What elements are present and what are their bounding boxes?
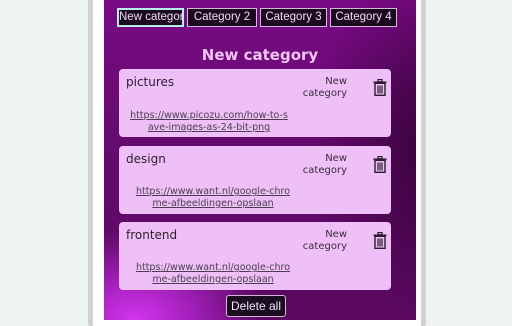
- card-title: frontend: [126, 228, 178, 242]
- bookmark-card: frontend New category https://www.want.n…: [119, 222, 391, 290]
- tab-category-3[interactable]: Category 3: [260, 8, 327, 27]
- tab-new-category[interactable]: New category: [117, 8, 184, 27]
- delete-all-button[interactable]: Delete all: [226, 295, 286, 317]
- bookmark-card: pictures New category https://www.picozu…: [119, 69, 391, 137]
- card-link[interactable]: https://www.want.nl/google-chrome-afbeel…: [133, 262, 293, 284]
- tab-category-4[interactable]: Category 4: [330, 8, 397, 27]
- card-link[interactable]: https://www.want.nl/google-chrome-afbeel…: [133, 186, 293, 208]
- card-category: New category: [302, 153, 347, 175]
- card-title: design: [126, 152, 166, 166]
- extension-popup: New category Category 2 Category 3 Categ…: [104, 0, 416, 320]
- trash-icon[interactable]: [373, 78, 387, 97]
- card-category: New category: [302, 76, 347, 98]
- trash-icon[interactable]: [373, 231, 387, 250]
- page-title: New category: [201, 46, 319, 64]
- tab-category-2[interactable]: Category 2: [187, 8, 257, 27]
- bookmark-card: design New category https://www.want.nl/…: [119, 146, 391, 214]
- card-category: New category: [302, 229, 347, 251]
- trash-icon[interactable]: [373, 155, 387, 174]
- card-link[interactable]: https://www.picozu.com/how-to-save-image…: [129, 110, 289, 132]
- card-title: pictures: [126, 75, 175, 89]
